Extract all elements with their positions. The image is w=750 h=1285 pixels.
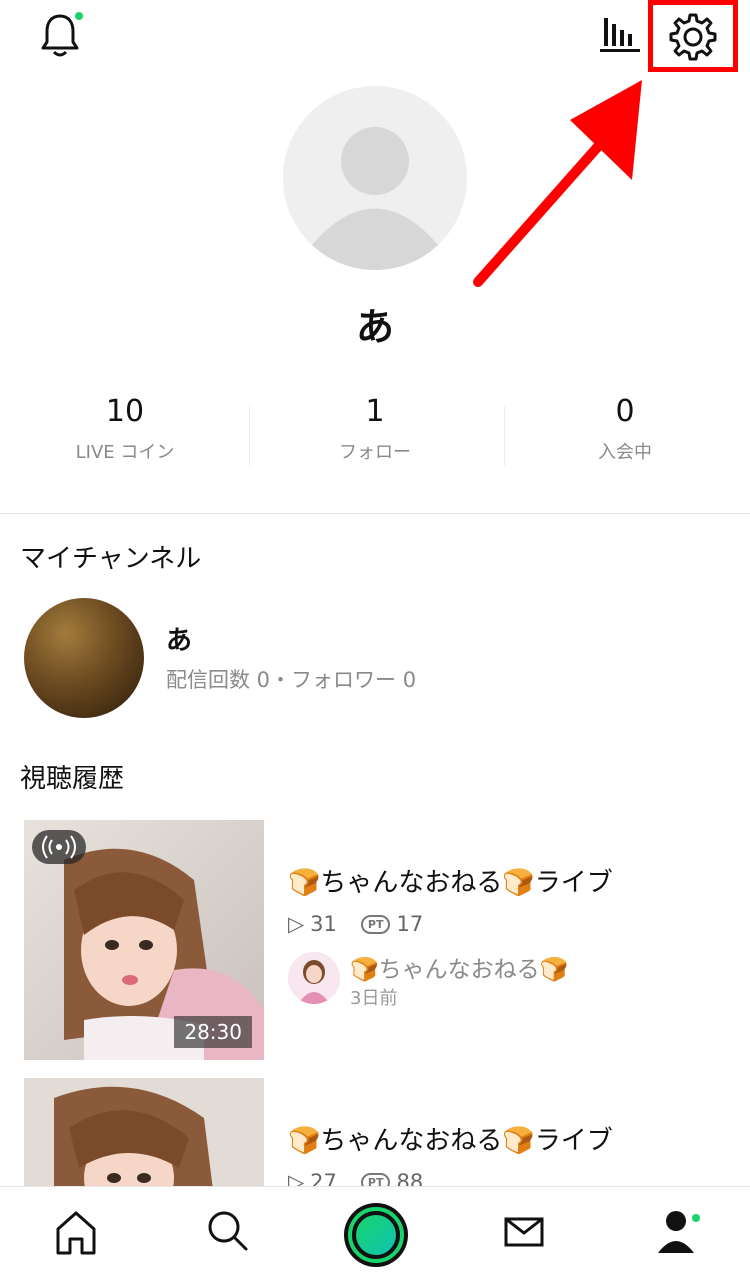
stat-membership[interactable]: 0 入会中: [500, 390, 750, 470]
video-title[interactable]: 🍞ちゃんなおねる🍞ライブ: [288, 1120, 613, 1157]
settings-highlight-box: [648, 0, 738, 72]
stat-live-coin[interactable]: 10 LIVE コイン: [0, 390, 250, 470]
watched-time: 3日前: [350, 988, 398, 1009]
mail-icon[interactable]: [494, 1201, 554, 1261]
profile-avatar[interactable]: [283, 86, 467, 270]
stat-divider: [249, 406, 250, 466]
stat-divider: [504, 406, 505, 466]
annotation-arrow: [473, 80, 642, 287]
section-divider: [0, 513, 750, 514]
video-thumbnail[interactable]: [24, 1078, 264, 1198]
streamer-name[interactable]: 🍞ちゃんなおねる🍞: [350, 950, 568, 984]
history-title: 視聴履歴: [20, 764, 125, 794]
streamer-avatar[interactable]: [288, 952, 340, 1004]
notification-dot: [75, 12, 83, 20]
video-stats: ▷ 31 PT 17: [288, 912, 423, 936]
bottom-nav: [0, 1186, 750, 1285]
view-count: 31: [310, 912, 337, 936]
stat-label: 入会中: [598, 442, 652, 463]
stat-value: 0: [615, 394, 635, 429]
profile-icon[interactable]: [646, 1201, 706, 1261]
live-icon[interactable]: [344, 1203, 408, 1267]
stat-follow[interactable]: 1 フォロー: [250, 390, 500, 470]
points-icon: PT: [360, 914, 391, 934]
profile-stats: 10 LIVE コイン 1 フォロー 0 入会中: [0, 390, 750, 470]
stat-value: 10: [105, 394, 145, 429]
profile-notification-dot: [692, 1214, 700, 1222]
home-icon[interactable]: [46, 1201, 106, 1261]
stat-value: 1: [365, 394, 385, 429]
live-indicator: [32, 830, 86, 864]
video-duration: 28:30: [174, 1016, 252, 1048]
channel-meta: 配信回数 0・フォロワー 0: [166, 668, 417, 692]
play-icon: ▷: [288, 912, 305, 936]
video-title[interactable]: 🍞ちゃんなおねる🍞ライブ: [288, 862, 613, 899]
video-thumbnail[interactable]: 28:30: [24, 820, 264, 1060]
channel-avatar[interactable]: [24, 598, 144, 718]
search-icon[interactable]: [198, 1201, 258, 1261]
stat-label: LIVE コイン: [75, 442, 175, 463]
my-channel-title: マイチャンネル: [20, 544, 202, 574]
stats-icon[interactable]: [598, 16, 642, 54]
stat-label: フォロー: [339, 442, 411, 463]
channel-name[interactable]: あ: [166, 620, 192, 657]
bell-icon[interactable]: [38, 12, 82, 60]
profile-name: あ: [355, 305, 394, 349]
point-count: 17: [396, 912, 424, 936]
